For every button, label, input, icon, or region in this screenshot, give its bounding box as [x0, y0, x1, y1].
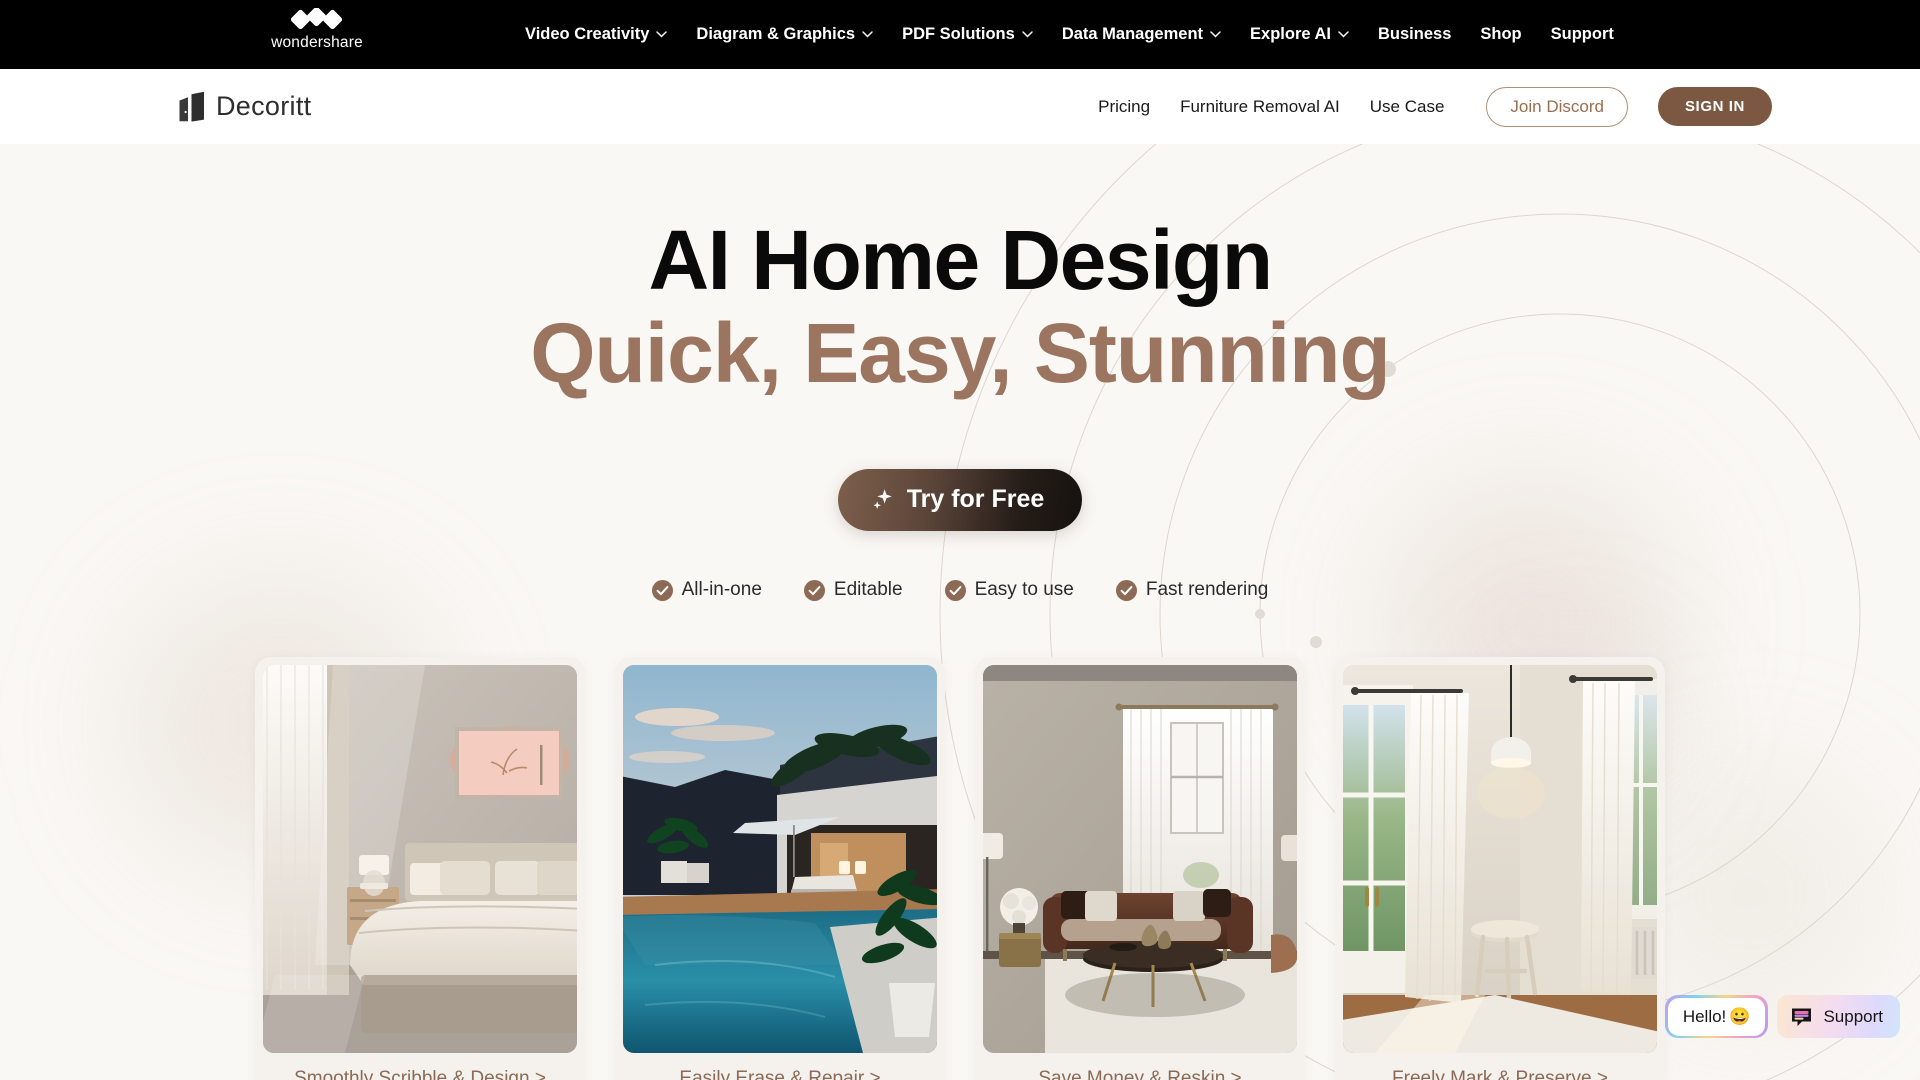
chat-bubble-icon [1792, 1008, 1812, 1026]
nav-item-label: Support [1550, 25, 1614, 43]
hello-text: Hello! [1682, 1006, 1727, 1026]
nav-item-support[interactable]: Support [1551, 25, 1614, 44]
chevron-down-icon [1022, 31, 1033, 38]
nav-link-use-case[interactable]: Use Case [1370, 97, 1445, 117]
try-for-free-button[interactable]: Try for Free [837, 469, 1083, 532]
card-caption: Easily Erase & Repair > [679, 1068, 881, 1080]
nav-item-label: PDF Solutions [902, 25, 1015, 43]
decoritt-navbar: Decoritt Pricing Furniture Removal AI Us… [0, 69, 1920, 144]
wondershare-logo-icon [291, 8, 343, 30]
nav-item-shop[interactable]: Shop [1480, 25, 1521, 44]
nav-item-video-creativity[interactable]: Video Creativity [525, 25, 668, 44]
nav-item-label: Explore AI [1250, 25, 1332, 43]
decoritt-nav-right: Pricing Furniture Removal AI Use Case Jo… [1098, 86, 1772, 127]
sparkle-icon [873, 488, 892, 509]
chevron-down-icon [1338, 31, 1349, 38]
nav-item-business[interactable]: Business [1378, 25, 1451, 44]
feature-card-list: Smoothly Scribble & Design > Easily Eras… [255, 657, 1665, 1080]
chevron-down-icon [862, 31, 873, 38]
nav-item-label: Diagram & Graphics [696, 25, 856, 43]
badge-label: Editable [833, 579, 903, 601]
wondershare-logo[interactable]: wondershare [262, 8, 372, 51]
nav-item-diagram-graphics[interactable]: Diagram & Graphics [696, 25, 873, 44]
nav-item-label: Data Management [1061, 25, 1204, 43]
chat-widget: Hello! 😀 Support [1665, 995, 1900, 1038]
hero-section: AI Home Design Quick, Easy, Stunning Try… [0, 144, 1920, 1080]
badge-label: Easy to use [974, 579, 1074, 601]
card-thumbnail-bedroom [263, 665, 577, 1054]
badge-fast-rendering: Fast rendering [1115, 579, 1269, 601]
nav-item-label: Business [1378, 25, 1452, 43]
feature-card-scribble-design[interactable]: Smoothly Scribble & Design > [255, 657, 585, 1080]
bedroom-illustration [263, 665, 577, 1054]
card-thumbnail-pool-villa [623, 665, 937, 1054]
card-caption: Freely Mark & Preserve > [1392, 1068, 1608, 1080]
join-discord-button[interactable]: Join Discord [1486, 86, 1628, 127]
badge-all-in-one: All-in-one [651, 579, 762, 601]
support-label: Support [1823, 1006, 1883, 1026]
hero-cta-wrap: Try for Free [0, 469, 1920, 532]
feature-card-save-money-reskin[interactable]: Save Money & Reskin > [975, 657, 1305, 1080]
check-circle-icon [651, 579, 673, 601]
wondershare-topbar: wondershare Video Creativity Diagram & G… [0, 0, 1920, 69]
nav-item-label: Shop [1480, 25, 1522, 43]
try-for-free-label: Try for Free [906, 485, 1045, 514]
card-caption: Smoothly Scribble & Design > [294, 1068, 546, 1080]
card-thumbnail-living-room [983, 665, 1297, 1054]
check-circle-icon [803, 579, 825, 601]
badge-editable: Editable [803, 579, 903, 601]
feature-card-erase-repair[interactable]: Easily Erase & Repair > [615, 657, 945, 1080]
decoritt-logo[interactable]: Decoritt [178, 91, 311, 123]
nav-item-label: Video Creativity [525, 25, 650, 43]
nav-link-pricing[interactable]: Pricing [1098, 97, 1150, 117]
sign-in-button[interactable]: SIGN IN [1657, 87, 1772, 126]
smiley-emoji-icon: 😀 [1729, 1006, 1751, 1026]
check-circle-icon [1115, 579, 1137, 601]
decoritt-wordmark: Decoritt [216, 91, 312, 121]
wondershare-nav: Video Creativity Diagram & Graphics PDF … [525, 25, 1614, 44]
sunlit-room-illustration [1343, 665, 1657, 1054]
hero-content: AI Home Design Quick, Easy, Stunning Try… [0, 144, 1920, 1080]
chevron-down-icon [1210, 31, 1221, 38]
nav-item-explore-ai[interactable]: Explore AI [1250, 25, 1349, 44]
wondershare-wordmark: wondershare [271, 34, 363, 51]
living-room-illustration [983, 665, 1297, 1054]
check-circle-icon [944, 579, 966, 601]
chevron-down-icon [656, 31, 668, 38]
badge-label: All-in-one [681, 579, 762, 601]
hello-bubble-button[interactable]: Hello! 😀 [1665, 995, 1768, 1038]
nav-link-furniture-removal-ai[interactable]: Furniture Removal AI [1180, 97, 1340, 117]
card-thumbnail-sunlit-room [1343, 665, 1657, 1054]
support-button[interactable]: Support [1777, 995, 1900, 1038]
door-icon [179, 91, 204, 122]
hero-title-line2: Quick, Easy, Stunning [530, 305, 1391, 400]
card-caption: Save Money & Reskin > [1038, 1068, 1242, 1080]
page-title: AI Home Design Quick, Easy, Stunning [0, 218, 1920, 400]
pool-villa-illustration [623, 665, 937, 1054]
nav-item-data-management[interactable]: Data Management [1062, 25, 1221, 44]
badge-easy-to-use: Easy to use [944, 579, 1074, 601]
hero-feature-badges: All-in-one Editable Easy to use Fast ren… [0, 579, 1920, 601]
hero-title-line1: AI Home Design [648, 213, 1273, 307]
badge-label: Fast rendering [1145, 579, 1269, 601]
nav-item-pdf-solutions[interactable]: PDF Solutions [902, 25, 1033, 44]
feature-card-mark-preserve[interactable]: Freely Mark & Preserve > [1335, 657, 1665, 1080]
